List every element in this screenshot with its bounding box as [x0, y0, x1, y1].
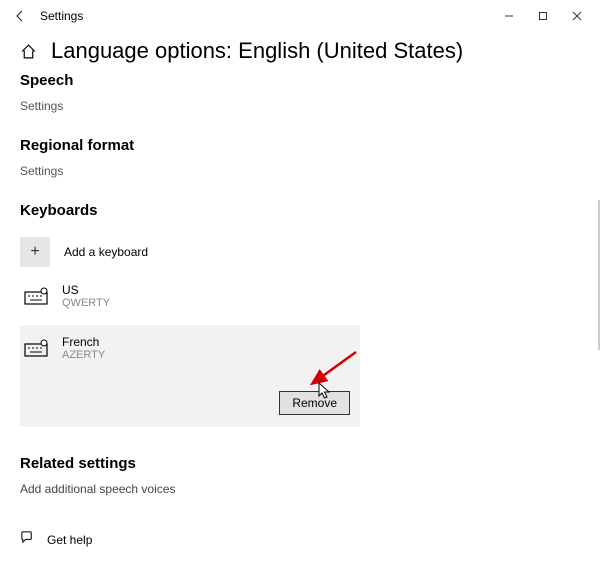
plus-icon: + [20, 237, 50, 267]
regional-heading: Regional format [20, 137, 580, 154]
remove-button[interactable]: Remove [279, 391, 350, 415]
regional-settings-link[interactable]: Settings [20, 164, 580, 178]
maximize-button[interactable] [526, 2, 560, 30]
related-heading: Related settings [20, 455, 580, 472]
speech-heading: Speech [20, 72, 580, 89]
keyboard-name: French [62, 335, 105, 349]
back-button[interactable] [6, 2, 34, 30]
add-keyboard-label: Add a keyboard [64, 245, 148, 259]
keyboard-icon [24, 339, 48, 357]
additional-speech-link[interactable]: Add additional speech voices [20, 482, 580, 496]
keyboard-icon [24, 287, 48, 305]
page-header: Language options: English (United States… [20, 38, 580, 64]
get-help-link[interactable]: Get help [20, 530, 580, 550]
minimize-button[interactable] [492, 2, 526, 30]
keyboard-layout: AZERTY [62, 349, 105, 361]
keyboards-heading: Keyboards [20, 202, 580, 219]
keyboard-layout: QWERTY [62, 297, 110, 309]
help-label: Get help [47, 533, 92, 547]
add-keyboard-button[interactable]: + Add a keyboard [20, 237, 580, 267]
title-bar: Settings [0, 0, 600, 32]
arrow-left-icon [13, 9, 27, 23]
close-button[interactable] [560, 2, 594, 30]
minimize-icon [504, 11, 514, 21]
window-controls [492, 2, 594, 30]
home-icon[interactable] [20, 43, 37, 60]
keyboard-name: US [62, 283, 110, 297]
keyboard-item-french[interactable]: French AZERTY Remove [20, 325, 360, 427]
content-area: Language options: English (United States… [0, 32, 600, 570]
app-title: Settings [40, 9, 83, 23]
maximize-icon [538, 11, 548, 21]
page-title: Language options: English (United States… [51, 38, 463, 64]
speech-settings-link[interactable]: Settings [20, 99, 580, 113]
keyboard-item-us[interactable]: US QWERTY [20, 273, 580, 319]
close-icon [572, 11, 582, 21]
help-icon [20, 530, 35, 550]
